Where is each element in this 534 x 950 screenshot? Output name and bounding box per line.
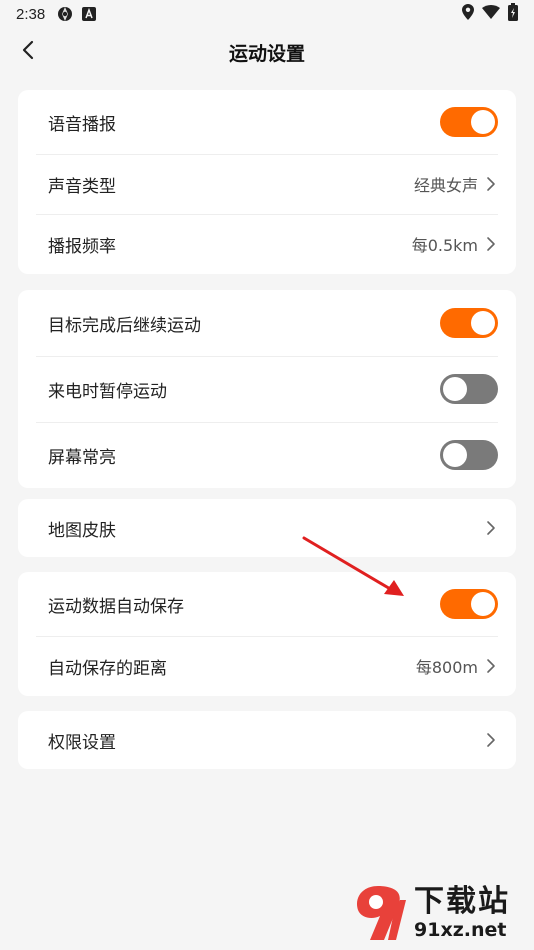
toggle-knob xyxy=(471,311,495,335)
row-label: 屏幕常亮 xyxy=(48,447,116,468)
pause-on-call-toggle[interactable] xyxy=(440,374,498,404)
auto-save-row: 运动数据自动保存 xyxy=(18,572,516,636)
pause-on-call-row: 来电时暂停运动 xyxy=(18,356,516,422)
row-label: 播报频率 xyxy=(48,236,116,257)
row-label: 权限设置 xyxy=(48,732,116,753)
battery-icon xyxy=(508,3,518,25)
chevron-right-icon xyxy=(484,519,498,537)
watermark-title: 下载站 xyxy=(414,884,510,919)
map-skin-row[interactable]: 地图皮肤 xyxy=(18,499,516,557)
row-label: 自动保存的距离 xyxy=(48,658,167,679)
row-label: 目标完成后继续运动 xyxy=(48,315,201,336)
permission-card: 权限设置 xyxy=(18,711,516,769)
chevron-right-icon xyxy=(484,175,498,193)
voice-broadcast-row: 语音播报 xyxy=(18,90,516,154)
chevron-right-icon xyxy=(484,235,498,253)
location-icon xyxy=(462,4,474,24)
map-skin-card: 地图皮肤 xyxy=(18,499,516,557)
voice-settings-card: 语音播报 声音类型 经典女声 播报频率 每0.5km xyxy=(18,90,516,274)
status-time: 2:38 xyxy=(16,5,46,23)
watermark-url: 91xz.net xyxy=(414,919,507,941)
wifi-icon xyxy=(482,5,500,23)
91-logo-icon xyxy=(356,886,406,940)
row-value: 经典女声 xyxy=(413,176,478,195)
status-bar: 2:38 xyxy=(0,0,534,28)
continue-after-goal-toggle[interactable] xyxy=(440,308,498,338)
row-label: 语音播报 xyxy=(48,114,116,135)
back-button[interactable] xyxy=(14,38,42,66)
permission-settings-row[interactable]: 权限设置 xyxy=(18,711,516,769)
voice-broadcast-toggle[interactable] xyxy=(440,107,498,137)
toggle-knob xyxy=(471,592,495,616)
voice-type-row[interactable]: 声音类型 经典女声 xyxy=(18,154,516,214)
watermark: 下载站 91xz.net xyxy=(348,880,528,946)
row-label: 来电时暂停运动 xyxy=(48,381,167,402)
exercise-behavior-card: 目标完成后继续运动 来电时暂停运动 屏幕常亮 xyxy=(18,290,516,488)
auto-save-card: 运动数据自动保存 自动保存的距离 每800m xyxy=(18,572,516,696)
row-label: 声音类型 xyxy=(48,176,116,197)
status-right-icons xyxy=(462,3,518,25)
a-badge-icon xyxy=(81,6,97,22)
page-title: 运动设置 xyxy=(228,42,305,65)
aperture-icon xyxy=(57,6,73,22)
toggle-knob xyxy=(471,110,495,134)
row-label: 地图皮肤 xyxy=(48,520,116,541)
toggle-knob xyxy=(443,443,467,467)
screen-always-on-row: 屏幕常亮 xyxy=(18,422,516,488)
annotation-arrow-icon xyxy=(302,536,404,596)
toggle-knob xyxy=(443,377,467,401)
broadcast-frequency-row[interactable]: 播报频率 每0.5km xyxy=(18,214,516,274)
header: 运动设置 xyxy=(0,28,534,76)
continue-after-goal-row: 目标完成后继续运动 xyxy=(18,290,516,356)
screen-always-on-toggle[interactable] xyxy=(440,440,498,470)
chevron-right-icon xyxy=(484,731,498,749)
auto-save-distance-row[interactable]: 自动保存的距离 每800m xyxy=(18,636,516,696)
back-chevron-icon xyxy=(21,40,35,64)
auto-save-toggle[interactable] xyxy=(440,589,498,619)
row-value: 每800m xyxy=(415,658,478,677)
row-value: 每0.5km xyxy=(411,236,478,255)
chevron-right-icon xyxy=(484,657,498,675)
row-label: 运动数据自动保存 xyxy=(48,596,184,617)
